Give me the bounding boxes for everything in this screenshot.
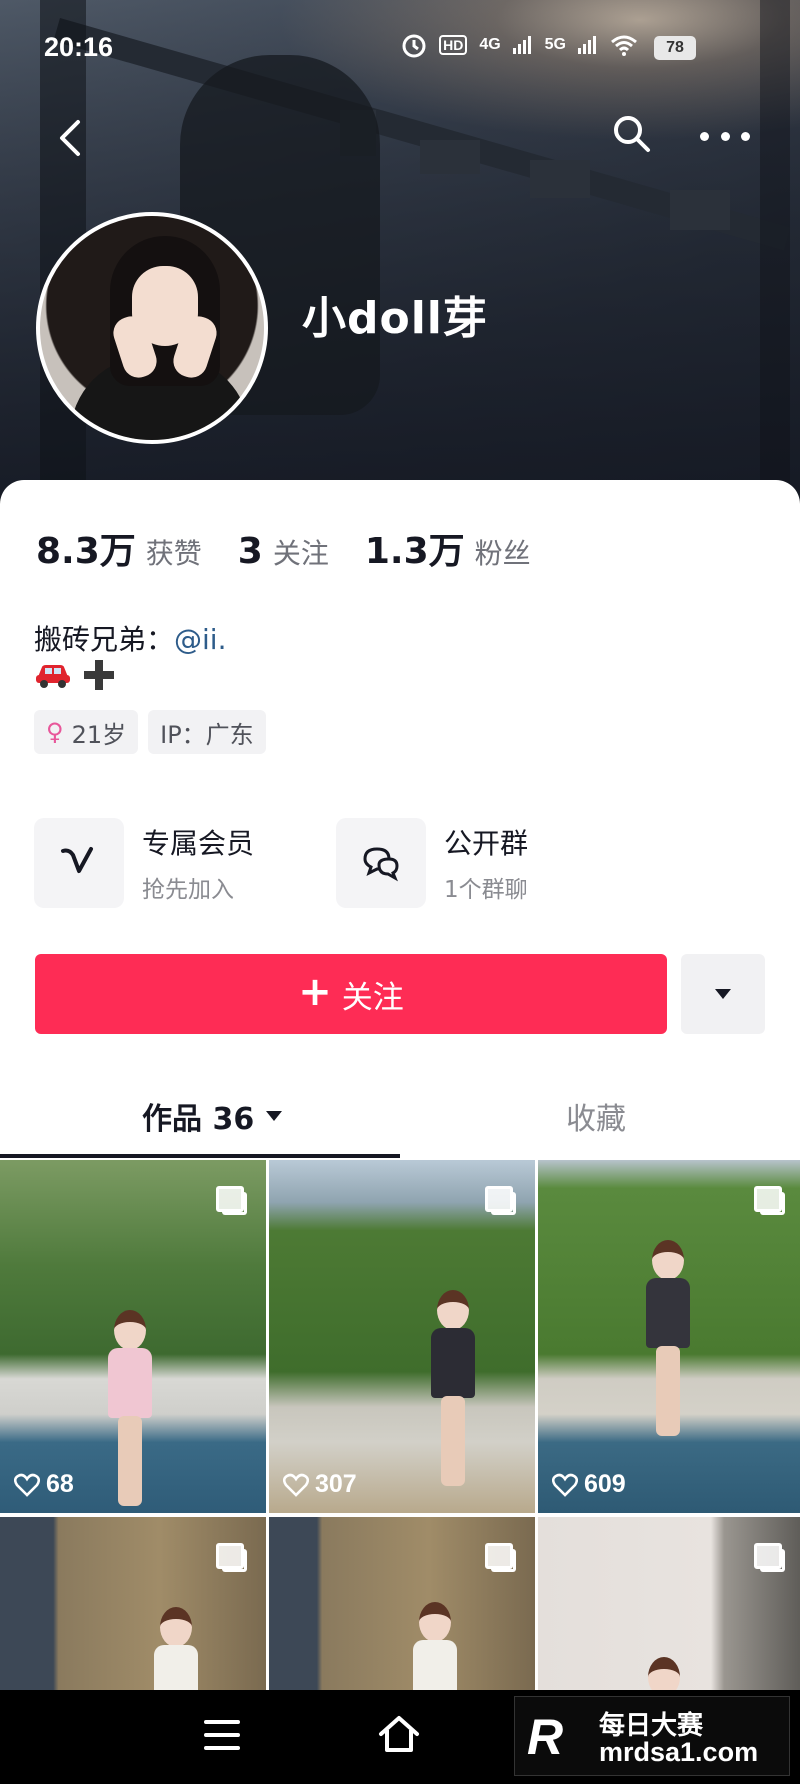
multi-image-icon [485,1543,516,1572]
cover-pier [670,190,730,230]
signal-5g-label: 5G [544,36,566,53]
more-dot-icon [720,131,730,141]
caret-down-icon [715,989,731,999]
thumbnail-person [104,1310,154,1510]
avatar[interactable] [36,212,268,444]
menu-line-icon [204,1733,240,1737]
following-label[interactable]: 关注 [273,532,329,572]
system-nav-bar: R 每日大赛 mrdsa1.com [0,1690,800,1784]
cover-pier [420,140,480,174]
thumbnail-person [427,1290,477,1490]
followers-label[interactable]: 粉丝 [475,532,531,572]
bio-prefix: 搬砖兄弟： [34,623,175,656]
battery-indicator: 78 [654,36,696,60]
signal-4g-label: 4G [479,36,501,53]
heart-icon [283,1473,309,1497]
multi-image-icon [216,1543,247,1572]
group-chat-icon [363,847,399,882]
group-chat-entry[interactable]: 公开群 1个群聊 [336,818,638,908]
recommend-dropdown-button[interactable] [681,954,765,1034]
video-thumbnail[interactable]: 307 [269,1160,535,1513]
like-count-value: 68 [46,1470,74,1498]
tab-works-label: 作品 36 [142,1102,255,1137]
status-bar: 20:16 HD 4G 5G 78 [0,0,800,92]
group-subtitle: 1个群聊 [444,877,528,903]
multi-image-icon [754,1543,785,1572]
home-icon [379,1716,419,1752]
ip-tag-label: IP：广东 [160,720,254,749]
vip-icon-box [34,818,124,908]
profile-nickname: 小doll芽 [302,293,488,344]
alarm-icon [402,34,426,58]
watermark-logo: R [527,1709,564,1765]
ip-tag: IP：广东 [148,710,266,754]
like-count-value: 609 [584,1470,626,1498]
car-icon [36,665,70,688]
caret-down-icon [266,1111,283,1121]
nav-menu-button[interactable] [204,1720,240,1750]
content-tabs: 作品 36 收藏 [0,1080,800,1140]
wifi-icon [611,35,637,56]
follow-button-label: 关注 [341,979,404,1016]
group-title: 公开群 [444,827,529,860]
menu-line-icon [204,1746,240,1750]
profile-stats: 8.3万 获赞 3 关注 1.3万 粉丝 [36,522,567,574]
likes-count[interactable]: 8.3万 [36,522,136,574]
video-thumbnail[interactable]: 68 [0,1160,266,1513]
age-tag: ♀ 21岁 [34,710,139,754]
signal-icon [578,36,596,54]
profile-tags: ♀ 21岁 IP：广东 [34,710,266,754]
search-icon [614,116,650,152]
search-button[interactable] [610,112,654,156]
bio-mention-link[interactable]: @ii. [174,623,226,656]
chevron-left-icon [60,120,80,156]
age-tag-label: 21岁 [71,720,127,749]
tab-works[interactable]: 作品 36 [142,1094,284,1138]
bio-emoji-line [34,658,116,692]
vip-membership-entry[interactable]: 专属会员 抢先加入 [34,818,336,908]
likes-label[interactable]: 获赞 [146,532,202,572]
multi-image-icon [216,1186,247,1215]
group-icon-box [336,818,426,908]
plus-icon [84,660,114,690]
more-dot-icon [741,131,750,141]
multi-image-icon [485,1186,516,1215]
like-count: 68 [14,1470,74,1499]
back-button[interactable] [50,108,94,168]
watermark-url: mrdsa1.com [599,1737,759,1767]
hd-indicator: HD [439,35,468,55]
watermark: R 每日大赛 mrdsa1.com [514,1696,790,1776]
heart-icon [552,1473,578,1497]
vip-title: 专属会员 [142,827,255,860]
tab-indicator [0,1154,400,1158]
thumbnail-person [642,1240,692,1440]
like-count: 609 [552,1470,626,1499]
status-icons: HD 4G 5G [401,32,638,58]
signal-icon [512,36,531,54]
more-button[interactable] [700,126,750,146]
follow-plus-icon: + [298,969,332,1015]
cover-pier [530,160,590,198]
bio-text: 搬砖兄弟：@ii. [34,618,226,658]
menu-line-icon [204,1720,240,1724]
female-icon: ♀ [46,718,64,746]
multi-image-icon [754,1186,785,1215]
video-thumbnail[interactable]: 609 [538,1160,800,1513]
follow-button[interactable]: + 关注 [35,954,667,1034]
vip-v-icon [61,847,93,873]
vip-subtitle: 抢先加入 [142,877,234,903]
followers-count[interactable]: 1.3万 [365,522,465,574]
more-dot-icon [700,131,709,141]
profile-shortcuts: 专属会员 抢先加入 公开群 1个群聊 [34,818,638,908]
heart-icon [14,1473,40,1497]
nav-home-button[interactable] [376,1712,422,1758]
like-count-value: 307 [315,1470,357,1498]
status-time: 20:16 [44,32,114,62]
following-count[interactable]: 3 [238,531,263,572]
tab-favorites[interactable]: 收藏 [566,1094,626,1138]
like-count: 307 [283,1470,357,1499]
